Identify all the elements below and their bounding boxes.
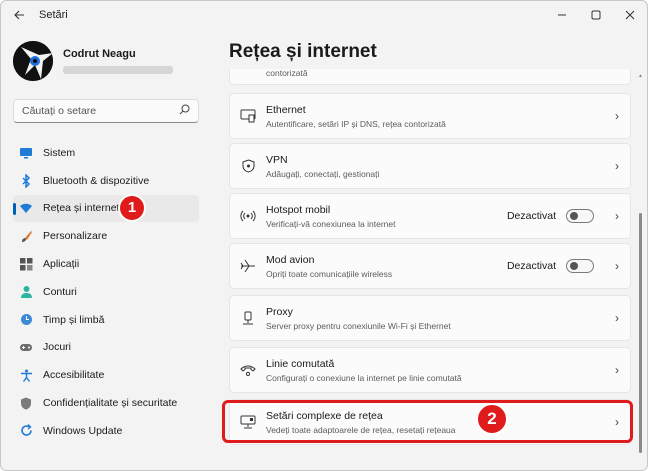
partial-card[interactable]: contorizată	[229, 69, 631, 85]
sidebar-item-label: Jocuri	[43, 341, 72, 354]
card-hotspot[interactable]: Hotspot mobil Verificați-vă conexiunea la…	[229, 193, 631, 239]
search-input[interactable]: Căutați o setare	[13, 99, 199, 123]
window-title: Setări	[39, 9, 68, 21]
person-icon	[19, 285, 33, 299]
settings-window: Setări Codrut Neagu Căutați o setare Sis…	[0, 0, 648, 471]
card-title: VPN	[266, 153, 288, 166]
sidebar-item-label: Timp și limbă	[43, 313, 105, 326]
sidebar-item-label: Bluetooth & dispozitive	[43, 174, 150, 187]
status-text: Dezactivat	[506, 210, 556, 222]
sidebar-item-accesibilitate[interactable]: Accesibilitate	[13, 361, 199, 389]
sidebar-item-label: Sistem	[43, 146, 76, 159]
chevron-right-icon: ›	[615, 159, 619, 173]
hotspot-icon	[230, 209, 266, 223]
scroll-up-icon[interactable]: ▲	[638, 73, 643, 79]
chevron-right-icon: ›	[615, 311, 619, 325]
profile-name: Codrut Neagu	[63, 48, 136, 60]
sidebar-item-retea[interactable]: Rețea și internet 1	[13, 193, 199, 223]
accessibility-icon	[19, 368, 33, 382]
partial-card-subtitle: contorizată	[266, 69, 308, 78]
vpn-shield-icon	[230, 159, 266, 173]
chevron-right-icon: ›	[615, 109, 619, 123]
title-bar: Setări	[1, 1, 647, 29]
sidebar-item-personalizare[interactable]: Personalizare	[13, 222, 199, 250]
sidebar-item-label: Accesibilitate	[43, 369, 105, 382]
search-icon[interactable]	[179, 102, 190, 120]
card-title: Hotspot mobil	[266, 203, 331, 216]
brush-icon	[19, 229, 33, 243]
page-title: Rețea și internet	[229, 41, 377, 62]
sidebar-item-bluetooth[interactable]: Bluetooth & dispozitive	[13, 167, 199, 195]
card-dialup[interactable]: Linie comutată Configurați o conexiune la…	[229, 347, 631, 393]
back-arrow-icon[interactable]	[5, 1, 33, 29]
status-text: Dezactivat	[506, 260, 556, 272]
sidebar-item-windows-update[interactable]: Windows Update	[13, 417, 199, 445]
profile-email-redacted	[63, 66, 173, 74]
annotation-badge-1: 1	[118, 193, 146, 222]
maximize-icon[interactable]	[579, 1, 613, 29]
airplane-mode-toggle[interactable]	[566, 259, 594, 273]
sidebar-nav: Sistem Bluetooth & dispozitive Rețea și …	[13, 139, 199, 445]
chevron-right-icon: ›	[615, 259, 619, 273]
chevron-right-icon: ›	[615, 363, 619, 377]
card-airplane-mode[interactable]: Mod avion Opriți toate comunicațiile wire…	[229, 243, 631, 289]
sidebar-item-label: Aplicații	[43, 258, 80, 271]
airplane-icon	[230, 259, 266, 273]
minimize-icon[interactable]	[545, 1, 579, 29]
card-proxy[interactable]: Proxy Server proxy pentru conexiunile Wi-…	[229, 295, 631, 341]
sidebar-item-confidentialitate[interactable]: Confidențialitate și securitate	[13, 389, 199, 417]
card-subtitle: Opriți toate comunicațiile wireless	[266, 268, 393, 279]
monitor-icon	[19, 146, 33, 160]
card-subtitle: Adăugați, conectați, gestionați	[266, 168, 380, 179]
dialup-icon	[230, 364, 266, 377]
user-profile[interactable]: Codrut Neagu	[13, 41, 173, 81]
sidebar-item-label: Windows Update	[43, 424, 123, 437]
scrollbar-thumb[interactable]	[639, 213, 642, 453]
bluetooth-icon	[19, 173, 33, 188]
avatar	[13, 41, 53, 81]
card-title: Proxy	[266, 305, 293, 318]
sidebar-item-label: Conturi	[43, 285, 77, 298]
update-icon	[19, 424, 33, 438]
sidebar-item-aplicatii[interactable]: Aplicații	[13, 250, 199, 278]
hotspot-toggle[interactable]	[566, 209, 594, 223]
scrollbar[interactable]: ▲	[638, 73, 643, 453]
sidebar-item-label: Confidențialitate și securitate	[43, 397, 178, 410]
card-title: Linie comutată	[266, 357, 335, 370]
card-subtitle: Server proxy pentru conexiunile Wi-Fi și…	[266, 320, 451, 331]
ethernet-icon	[230, 109, 266, 123]
card-subtitle: Configurați o conexiune la internet pe l…	[266, 372, 462, 383]
annotation-badge-2: 2	[476, 403, 508, 435]
sidebar-item-jocuri[interactable]: Jocuri	[13, 334, 199, 362]
wifi-icon	[19, 201, 33, 215]
sidebar-item-sistem[interactable]: Sistem	[13, 139, 199, 167]
shield-icon	[19, 396, 33, 410]
annotation-highlight-box	[222, 400, 633, 443]
apps-icon	[19, 257, 33, 271]
sidebar-item-label: Personalizare	[43, 230, 108, 243]
proxy-icon	[230, 311, 266, 326]
card-title: Mod avion	[266, 253, 315, 266]
card-subtitle: Autentificare, setări IP și DNS, rețea c…	[266, 118, 446, 129]
sidebar-item-conturi[interactable]: Conturi	[13, 278, 199, 306]
sidebar-item-timp[interactable]: Timp și limbă	[13, 306, 199, 334]
chevron-right-icon: ›	[615, 209, 619, 223]
card-vpn[interactable]: VPN Adăugați, conectați, gestionați ›	[229, 143, 631, 189]
card-ethernet[interactable]: Ethernet Autentificare, setări IP și DNS,…	[229, 93, 631, 139]
globe-clock-icon	[19, 313, 33, 327]
sidebar-item-label: Rețea și internet	[43, 202, 120, 215]
close-icon[interactable]	[613, 1, 647, 29]
search-placeholder: Căutați o setare	[22, 105, 97, 117]
card-subtitle: Verificați-vă conexiunea la internet	[266, 218, 396, 229]
gamepad-icon	[19, 340, 33, 354]
card-title: Ethernet	[266, 103, 306, 116]
